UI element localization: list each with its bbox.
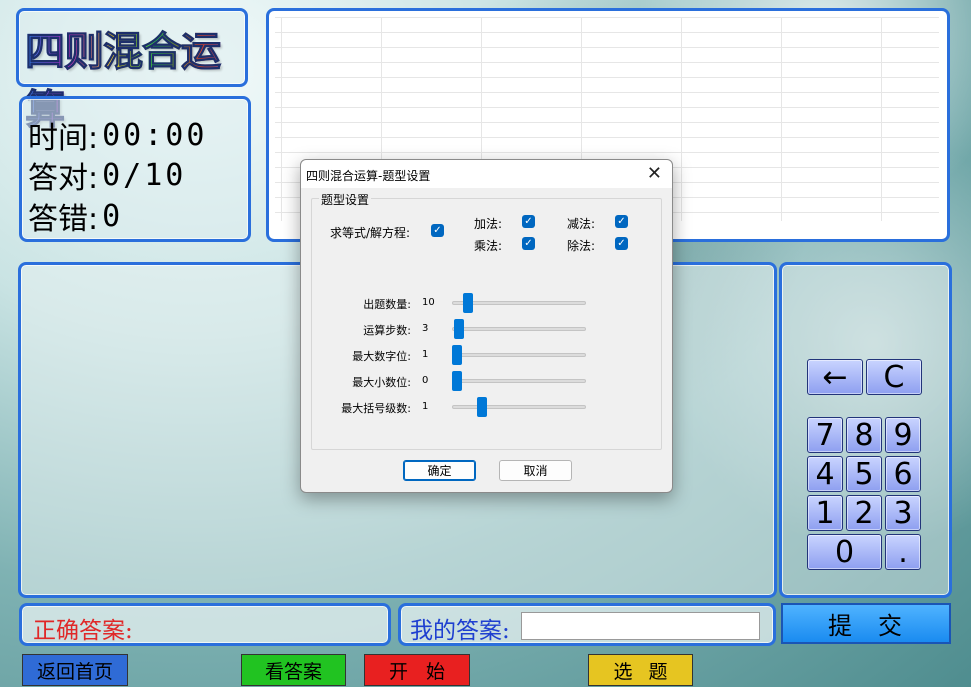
- max-decimals-slider-thumb[interactable]: [452, 371, 462, 391]
- question-count-value: 10: [422, 297, 435, 308]
- key-0[interactable]: 0: [807, 534, 882, 570]
- max-digits-value: 1: [422, 349, 429, 360]
- correct-count-value: 0/10: [102, 157, 187, 193]
- correct-count-label: 答对:: [28, 161, 99, 196]
- key-3[interactable]: 3: [885, 495, 921, 531]
- question-count-slider-thumb[interactable]: [463, 293, 473, 313]
- wrong-row: 答错: 0: [28, 194, 123, 238]
- correct-row: 答对: 0/10: [28, 153, 186, 197]
- time-value: 00:00: [102, 117, 208, 153]
- equation-checkbox[interactable]: ✓: [431, 224, 444, 237]
- key-2[interactable]: 2: [846, 495, 882, 531]
- wrong-count-label: 答错:: [28, 202, 99, 237]
- max-decimals-slider-track[interactable]: [452, 379, 586, 383]
- multiply-checkbox[interactable]: ✓: [522, 237, 535, 250]
- divide-checkbox[interactable]: ✓: [615, 237, 628, 250]
- subtract-checkbox[interactable]: ✓: [615, 215, 628, 228]
- title-panel: 四则混合运算: [16, 8, 248, 134]
- settings-group-label: 题型设置: [319, 191, 372, 208]
- settings-dialog: 四则混合运算-题型设置 ✕ 题型设置 求等式/解方程: ✓ 加法: ✓ 减法: …: [300, 159, 673, 493]
- submit-button[interactable]: 提交: [781, 603, 951, 644]
- key-4[interactable]: 4: [807, 456, 843, 492]
- backspace-key[interactable]: ←: [807, 359, 863, 395]
- add-checkbox[interactable]: ✓: [522, 215, 535, 228]
- operation-steps-slider-thumb[interactable]: [454, 319, 464, 339]
- key-7[interactable]: 7: [807, 417, 843, 453]
- max-bracket-levels-slider-track[interactable]: [452, 405, 586, 409]
- time-label: 时间:: [28, 121, 99, 156]
- operation-steps-value: 3: [422, 323, 429, 334]
- time-row: 时间: 00:00: [28, 113, 207, 157]
- key-dot[interactable]: .: [885, 534, 921, 570]
- max-decimals-value: 0: [422, 375, 429, 386]
- question-count-label: 出题数量:: [363, 298, 411, 311]
- max-bracket-levels-value: 1: [422, 401, 429, 412]
- key-8[interactable]: 8: [846, 417, 882, 453]
- key-1[interactable]: 1: [807, 495, 843, 531]
- max-decimals-label: 最大小数位:: [352, 376, 411, 389]
- operation-steps-slider-track[interactable]: [452, 327, 586, 331]
- home-button[interactable]: 返回首页: [22, 654, 128, 686]
- equation-label: 求等式/解方程:: [330, 226, 411, 240]
- add-label: 加法:: [474, 217, 503, 231]
- dialog-titlebar[interactable]: 四则混合运算-题型设置 ✕: [301, 160, 672, 188]
- show-answer-button[interactable]: 看答案: [241, 654, 346, 686]
- max-digits-slider-track[interactable]: [452, 353, 586, 357]
- max-bracket-levels-label: 最大括号级数:: [341, 402, 411, 415]
- stats-panel: 时间: 00:00 答对: 0/10 答错: 0: [19, 96, 251, 242]
- pick-question-button[interactable]: 选题: [588, 654, 693, 686]
- max-digits-label: 最大数字位:: [352, 350, 411, 363]
- correct-answer-panel: 正确答案:: [19, 603, 391, 646]
- max-bracket-levels-slider-thumb[interactable]: [477, 397, 487, 417]
- key-5[interactable]: 5: [846, 456, 882, 492]
- max-digits-slider-thumb[interactable]: [452, 345, 462, 365]
- operation-steps-label: 运算步数:: [363, 324, 411, 337]
- key-6[interactable]: 6: [885, 456, 921, 492]
- ok-button[interactable]: 确定: [403, 460, 476, 481]
- correct-answer-label: 正确答案:: [33, 618, 133, 644]
- divide-label: 除法:: [567, 239, 596, 253]
- multiply-label: 乘法:: [474, 239, 503, 253]
- dialog-title: 四则混合运算-题型设置: [306, 169, 431, 183]
- key-9[interactable]: 9: [885, 417, 921, 453]
- subtract-label: 减法:: [567, 217, 596, 231]
- my-answer-panel: 我的答案:: [398, 603, 776, 646]
- wrong-count-value: 0: [102, 198, 124, 234]
- my-answer-input[interactable]: [521, 612, 760, 640]
- close-icon[interactable]: ✕: [647, 163, 662, 184]
- cancel-button[interactable]: 取消: [499, 460, 572, 481]
- start-button[interactable]: 开始: [364, 654, 470, 686]
- my-answer-label: 我的答案:: [410, 618, 510, 644]
- clear-key[interactable]: C: [866, 359, 922, 395]
